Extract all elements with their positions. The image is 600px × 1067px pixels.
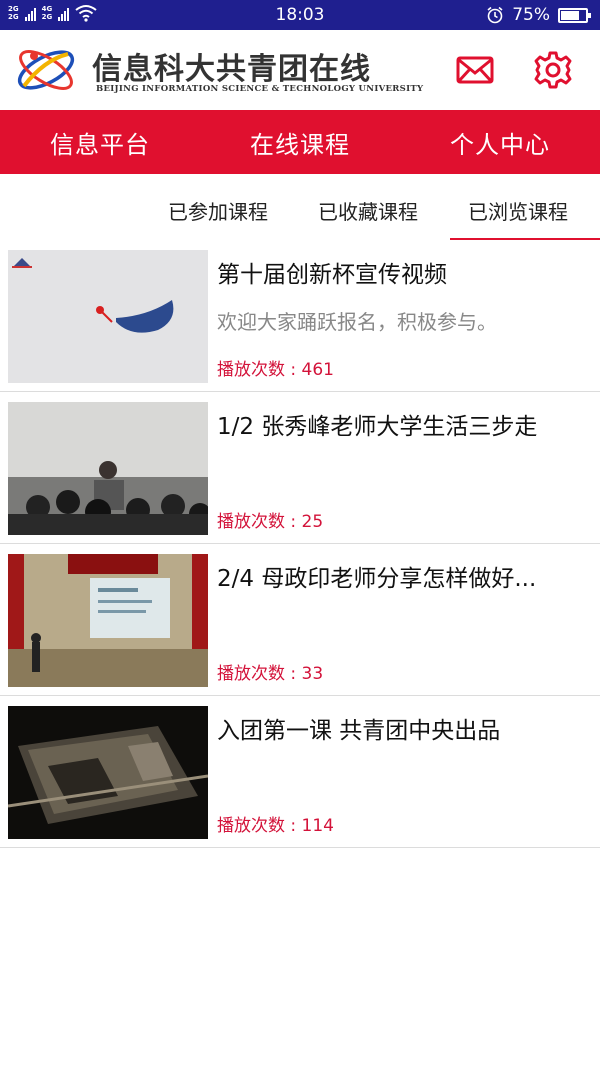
video-thumbnail[interactable]: [8, 402, 208, 535]
course-title: 2/4 母政印老师分享怎样做好...: [217, 566, 537, 592]
main-tab-bar: 信息平台 在线课程 个人中心: [0, 110, 600, 174]
tab-personal-center[interactable]: 个人中心: [400, 110, 600, 174]
app-title: 信息科大共青团在线: [92, 52, 371, 87]
battery-icon: [558, 7, 591, 23]
tab-online-courses[interactable]: 在线课程: [200, 110, 400, 174]
app-header: 信息科大共青团在线 BEIJING INFORMATION SCIENCE & …: [0, 30, 600, 110]
list-item[interactable]: 入团第一课 共青团中央出品 播放次数 : 114: [0, 696, 600, 848]
subtab-favorite-courses[interactable]: 已收藏课程: [318, 196, 418, 225]
course-title: 第十届创新杯宣传视频: [217, 262, 447, 288]
sub-tab-bar: 已参加课程 已收藏课程 已浏览课程: [0, 174, 600, 240]
video-thumbnail[interactable]: [8, 250, 208, 383]
course-title: 入团第一课 共青团中央出品: [217, 718, 501, 744]
video-thumbnail[interactable]: [8, 706, 208, 839]
mail-icon[interactable]: [455, 52, 495, 88]
app-subtitle: BEIJING INFORMATION SCIENCE & TECHNOLOGY…: [96, 84, 424, 94]
video-thumbnail[interactable]: [8, 554, 208, 687]
alarm-icon: [487, 6, 503, 24]
play-count: 播放次数 : 461: [217, 360, 334, 380]
gear-icon[interactable]: [533, 50, 573, 90]
battery-percent: 75%: [512, 5, 550, 25]
play-count: 播放次数 : 114: [217, 816, 334, 836]
tab-info-platform[interactable]: 信息平台: [0, 110, 200, 174]
status-bar: 2G 2G 4G 2G 18:03 75%: [0, 0, 600, 30]
subtab-browsed-courses[interactable]: 已浏览课程: [468, 196, 568, 225]
list-item[interactable]: 第十届创新杯宣传视频 欢迎大家踊跃报名，积极参与。 播放次数 : 461: [0, 240, 600, 392]
list-item[interactable]: 2/4 母政印老师分享怎样做好... 播放次数 : 33: [0, 544, 600, 696]
list-item[interactable]: 1/2 张秀峰老师大学生活三步走 播放次数 : 25: [0, 392, 600, 544]
subtab-joined-courses[interactable]: 已参加课程: [168, 196, 268, 225]
course-description: 欢迎大家踊跃报名，积极参与。: [217, 310, 497, 334]
course-title: 1/2 张秀峰老师大学生活三步走: [217, 414, 538, 440]
university-logo-icon: [17, 50, 75, 90]
play-count: 播放次数 : 33: [217, 664, 324, 684]
play-count: 播放次数 : 25: [217, 512, 324, 532]
